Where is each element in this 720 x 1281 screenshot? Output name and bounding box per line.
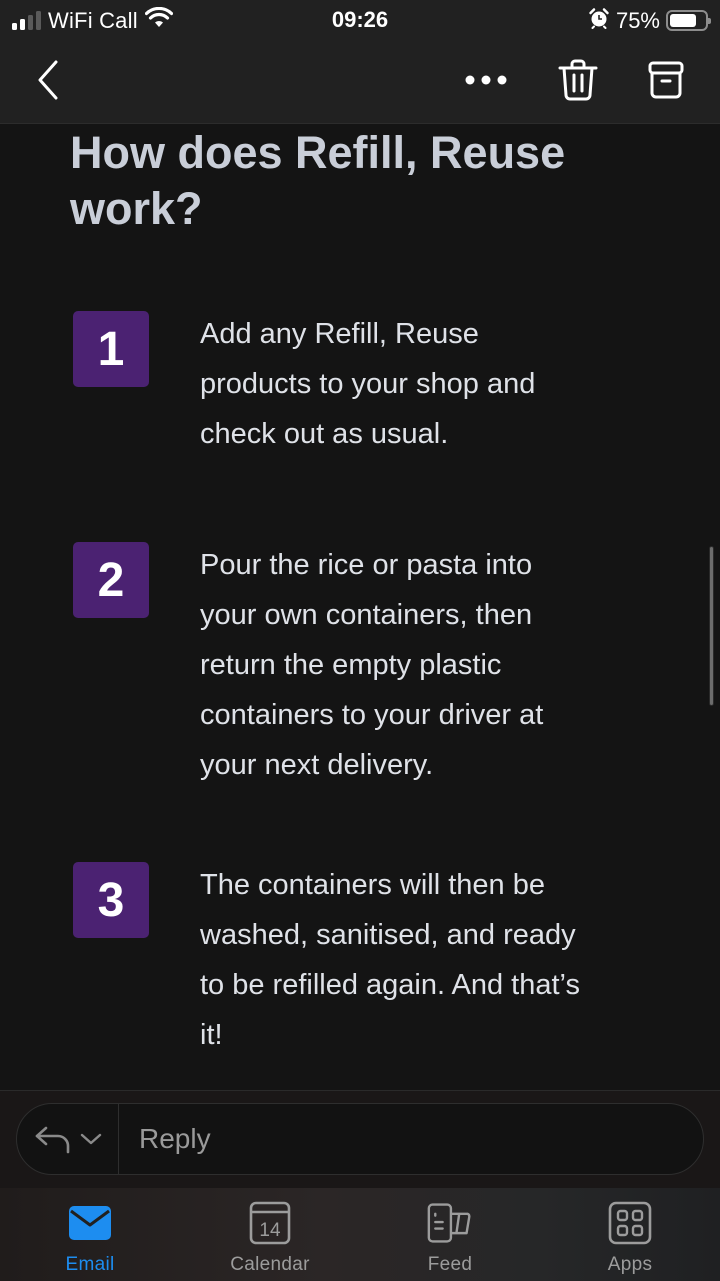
archive-icon	[648, 61, 684, 99]
tab-label: Email	[65, 1254, 115, 1275]
tab-feed[interactable]: Feed	[360, 1188, 540, 1281]
message-toolbar	[0, 40, 720, 124]
calendar-day: 14	[259, 1220, 281, 1241]
apps-grid-icon	[607, 1200, 653, 1246]
trash-icon	[558, 59, 598, 101]
wifi-icon	[144, 6, 173, 34]
tab-label: Apps	[607, 1254, 653, 1275]
feed-icon	[427, 1200, 473, 1246]
step-number-badge: 2	[73, 542, 149, 618]
reply-options-button[interactable]	[17, 1104, 119, 1174]
reply-input[interactable]	[119, 1104, 703, 1174]
more-options-button[interactable]	[458, 58, 514, 102]
delete-button[interactable]	[554, 56, 602, 104]
step-text: The containers will then be washed, sani…	[200, 869, 580, 1051]
tab-calendar[interactable]: 14 Calendar	[180, 1188, 360, 1281]
status-left: WiFi Call	[12, 6, 173, 34]
tab-email[interactable]: Email	[0, 1188, 180, 1281]
email-body: How does Refill, Reuse work? 1 Add any R…	[0, 125, 720, 1090]
step-text: Add any Refill, Reuse products to your s…	[200, 318, 536, 450]
carrier-label: WiFi Call	[48, 7, 138, 33]
status-right: 75%	[588, 7, 711, 34]
tab-label: Feed	[427, 1254, 473, 1275]
reply-area	[0, 1090, 720, 1188]
status-bar: WiFi Call 09:26 75%	[0, 0, 720, 40]
signal-icon	[12, 10, 41, 30]
mail-icon	[67, 1200, 113, 1246]
reply-arrow-icon	[35, 1126, 69, 1154]
archive-button[interactable]	[642, 56, 690, 104]
scrollbar[interactable]	[709, 546, 714, 706]
reply-bar	[16, 1103, 704, 1175]
step-text: Pour the rice or pasta into your own con…	[200, 549, 544, 781]
tab-apps[interactable]: Apps	[540, 1188, 720, 1281]
chevron-left-icon	[38, 60, 58, 100]
section-heading: How does Refill, Reuse work?	[70, 127, 566, 234]
battery-fill	[670, 14, 696, 27]
step-number-badge: 1	[73, 311, 149, 387]
alarm-icon	[588, 7, 610, 34]
ellipsis-icon	[465, 75, 507, 85]
battery-icon	[666, 10, 711, 31]
bottom-tab-bar: Email 14 Calendar Feed Apps	[0, 1188, 720, 1281]
calendar-icon: 14	[247, 1200, 293, 1246]
back-button[interactable]	[26, 58, 70, 102]
chevron-down-icon	[80, 1133, 101, 1145]
tab-label: Calendar	[230, 1254, 310, 1275]
battery-percent: 75%	[615, 7, 660, 33]
step-number-badge: 3	[73, 862, 149, 938]
